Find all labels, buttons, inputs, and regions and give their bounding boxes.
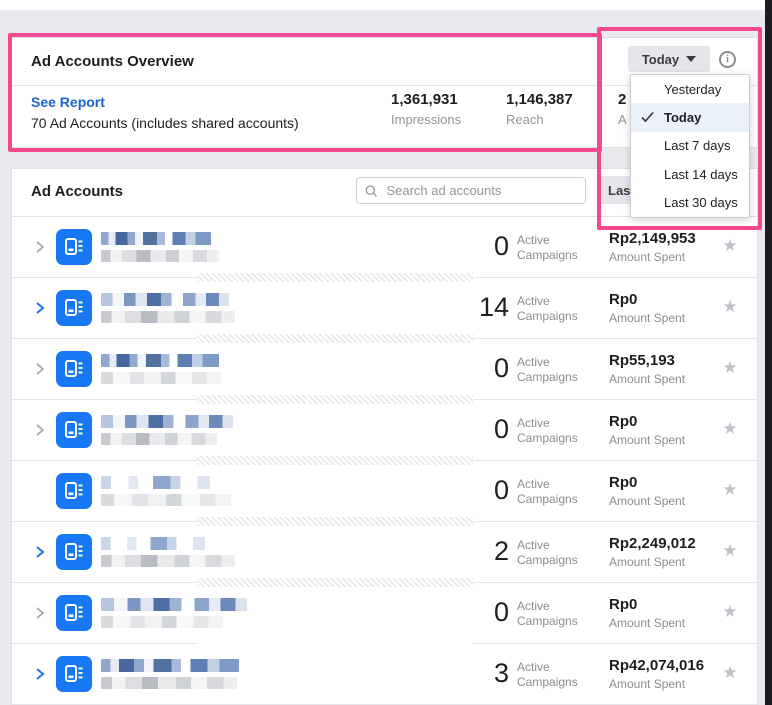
chevron-right-icon[interactable] <box>33 667 47 681</box>
stat-reach: 1,146,387 Reach <box>506 91 616 127</box>
amount-spent-label: Amount Spent <box>609 372 686 386</box>
active-campaigns-label: Active Campaigns <box>517 416 578 445</box>
overview-title: Ad Accounts Overview <box>31 53 194 70</box>
star-icon[interactable]: ★ <box>719 297 741 317</box>
stat-impressions-label: Impressions <box>391 112 462 127</box>
redaction-overlay <box>197 217 473 653</box>
redacted-account-id <box>101 677 237 689</box>
chevron-right-icon[interactable] <box>33 240 47 254</box>
ad-account-icon <box>56 290 92 326</box>
overview-subtitle: 70 Ad Accounts (includes shared accounts… <box>31 115 299 131</box>
stat-reach-label: Reach <box>506 112 544 127</box>
amount-spent-label: Amount Spent <box>609 311 686 325</box>
ad-account-icon <box>56 656 92 692</box>
stat-reach-value: 1,146,387 <box>506 91 573 108</box>
search-icon <box>365 184 378 197</box>
ad-account-icon <box>56 229 92 265</box>
star-icon[interactable]: ★ <box>719 663 741 683</box>
stat-impressions: 1,361,931 Impressions <box>391 91 501 127</box>
star-icon[interactable]: ★ <box>719 236 741 256</box>
amount-spent-label: Amount Spent <box>609 250 686 264</box>
active-campaigns-label: Active Campaigns <box>517 233 578 262</box>
redacted-account-name <box>101 659 239 672</box>
amount-spent-value: Rp0 <box>609 413 638 430</box>
redaction-strip <box>197 395 473 404</box>
amount-spent-label: Amount Spent <box>609 677 686 691</box>
top-white-strip <box>0 0 765 10</box>
chevron-right-icon[interactable] <box>33 606 47 620</box>
search-input[interactable] <box>384 182 577 199</box>
window-right-edge <box>765 0 772 705</box>
star-icon[interactable]: ★ <box>719 541 741 561</box>
info-icon[interactable]: i <box>719 51 736 68</box>
star-icon[interactable]: ★ <box>719 358 741 378</box>
ad-accounts-title: Ad Accounts <box>31 183 123 200</box>
active-campaigns-label: Active Campaigns <box>517 294 578 323</box>
ad-account-icon <box>56 473 92 509</box>
menu-item-last-30-days[interactable]: Last 30 days <box>631 189 749 217</box>
ad-account-icon <box>56 412 92 448</box>
amount-spent-label: Amount Spent <box>609 433 686 447</box>
caret-down-icon <box>686 56 697 62</box>
amount-spent-value: Rp0 <box>609 291 638 308</box>
redacted-account-id <box>101 494 231 506</box>
star-icon[interactable]: ★ <box>719 419 741 439</box>
redaction-strip <box>197 517 473 526</box>
active-campaigns-count: 3 <box>493 658 509 688</box>
redacted-account-id <box>101 250 219 262</box>
ad-account-icon <box>56 595 92 631</box>
active-campaigns-label: Active Campaigns <box>517 355 578 384</box>
redaction-strip <box>197 334 473 343</box>
amount-spent-label: Amount Spent <box>609 555 686 569</box>
ad-account-icon <box>56 351 92 387</box>
check-icon <box>641 112 654 123</box>
redacted-account-id <box>101 616 223 628</box>
amount-spent-value: Rp2,249,012 <box>609 535 696 552</box>
redacted-account-name <box>101 537 219 550</box>
redaction-strip <box>197 273 473 282</box>
stat-impressions-value: 1,361,931 <box>391 91 458 108</box>
chevron-right-icon[interactable] <box>33 362 47 376</box>
see-report-link[interactable]: See Report <box>31 94 105 110</box>
menu-item-last-7-days[interactable]: Last 7 days <box>631 132 749 160</box>
amount-spent-label: Amount Spent <box>609 494 686 508</box>
redacted-account-id <box>101 433 217 445</box>
redaction-strip <box>197 578 473 587</box>
redacted-account-id <box>101 311 235 323</box>
active-campaigns-label: Active Campaigns <box>517 538 578 567</box>
account-row[interactable]: 3 Active Campaigns Rp42,074,016 Amount Sp… <box>12 644 757 705</box>
amount-spent-value: Rp0 <box>609 596 638 613</box>
amount-spent-value: Rp55,193 <box>609 352 675 369</box>
redacted-account-id <box>101 372 221 384</box>
active-campaigns-label: Active Campaigns <box>517 599 578 628</box>
date-range-dropdown: Yesterday Today Last 7 days Last 14 days… <box>630 74 750 218</box>
redacted-account-name <box>101 293 229 306</box>
redacted-account-name <box>101 415 233 428</box>
redaction-strip <box>197 456 473 465</box>
active-campaigns-label: Active Campaigns <box>517 660 578 689</box>
amount-spent-value: Rp42,074,016 <box>609 657 705 674</box>
redacted-account-id <box>101 555 235 567</box>
ads-manager-page: Ad Accounts Overview See Report 70 Ad Ac… <box>0 0 772 705</box>
star-icon[interactable]: ★ <box>719 602 741 622</box>
active-campaigns-label: Active Campaigns <box>517 477 578 506</box>
redacted-account-name <box>101 476 225 489</box>
amount-spent-value: Rp0 <box>609 474 638 491</box>
chevron-right-icon[interactable] <box>33 423 47 437</box>
star-icon[interactable]: ★ <box>719 480 741 500</box>
redacted-account-name <box>101 232 211 245</box>
redacted-account-name <box>101 598 247 611</box>
date-range-button-label: Today <box>641 51 680 67</box>
search-box[interactable] <box>356 177 586 204</box>
menu-item-last-14-days[interactable]: Last 14 days <box>631 160 749 188</box>
chevron-right-icon[interactable] <box>33 301 47 315</box>
amount-spent-value: Rp2,149,953 <box>609 230 696 247</box>
ad-account-icon <box>56 534 92 570</box>
menu-item-today[interactable]: Today <box>631 103 749 132</box>
redacted-account-name <box>101 354 219 367</box>
date-range-button[interactable]: Today <box>628 46 710 72</box>
menu-item-yesterday[interactable]: Yesterday <box>631 75 749 103</box>
chevron-right-icon[interactable] <box>33 545 47 559</box>
amount-spent-label: Amount Spent <box>609 616 686 630</box>
